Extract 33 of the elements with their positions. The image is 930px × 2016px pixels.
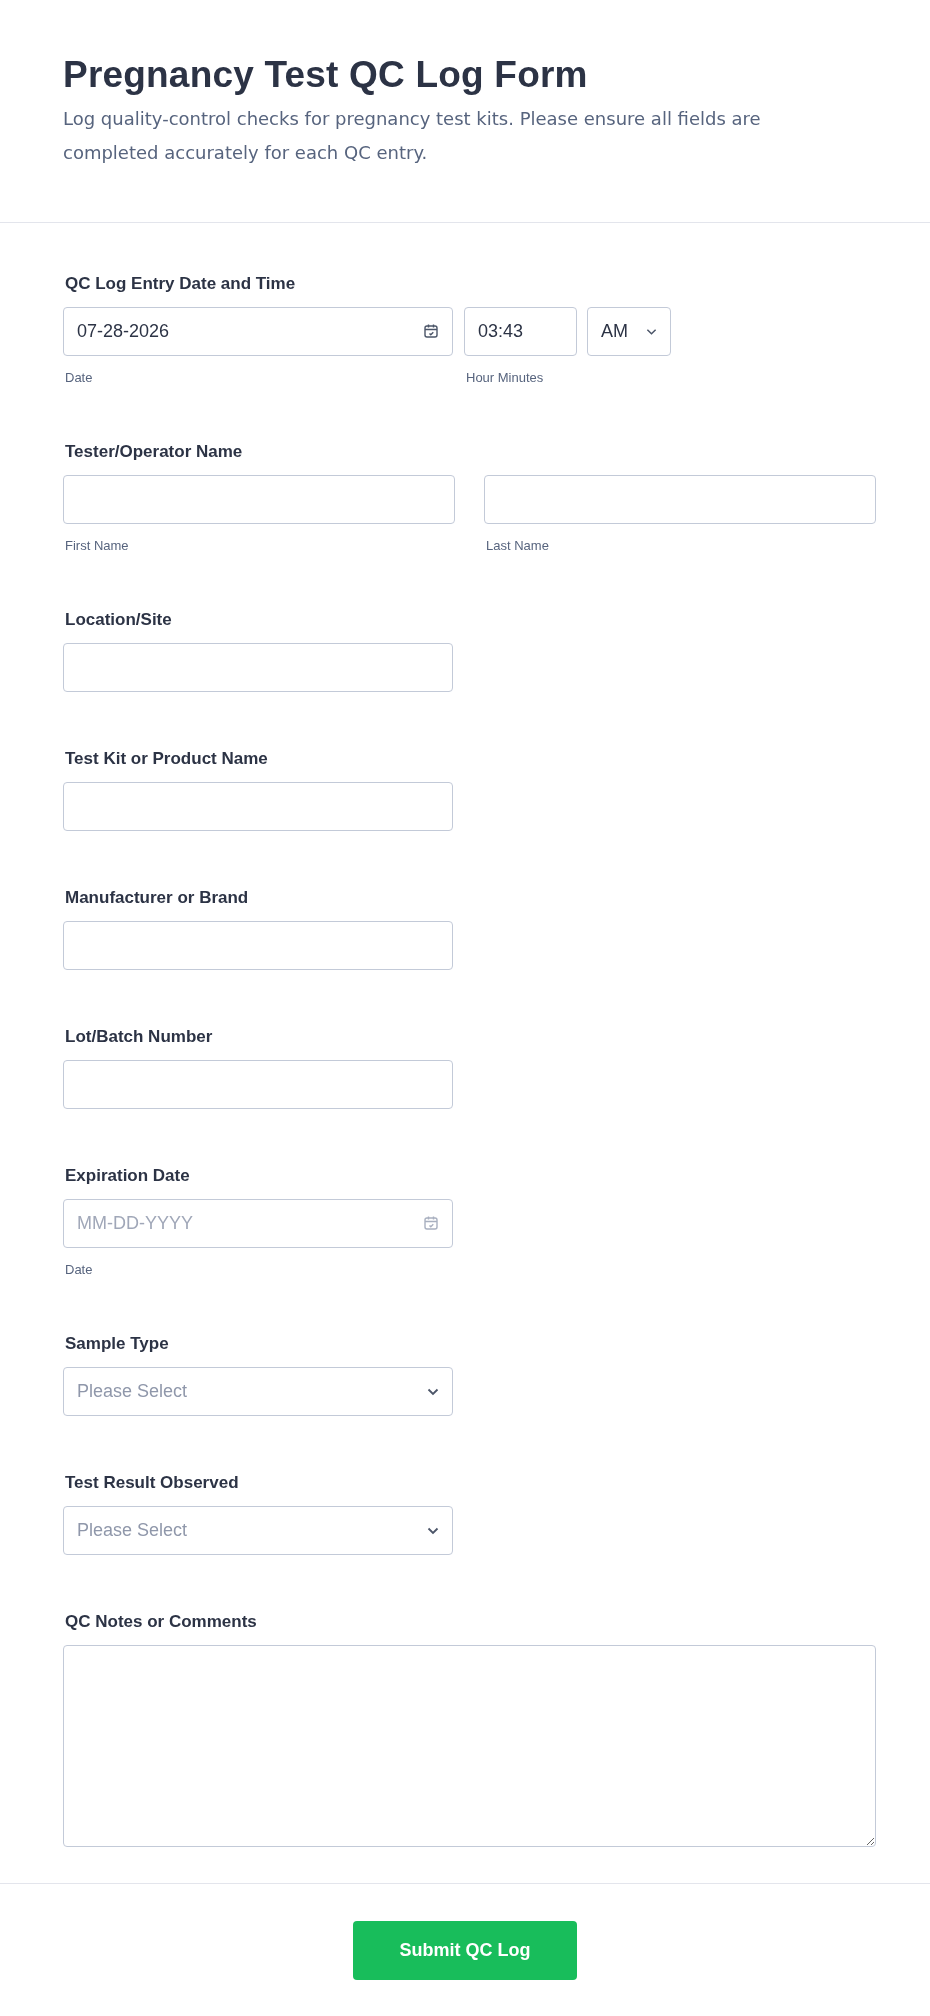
- field-label: Manufacturer or Brand: [65, 887, 250, 909]
- calendar-icon: [423, 323, 439, 339]
- text-field[interactable]: [63, 1060, 453, 1109]
- field-sublabel: First Name: [65, 538, 130, 553]
- time-field[interactable]: 03:43: [464, 307, 577, 356]
- text-field[interactable]: [63, 643, 453, 692]
- field-label: Tester/Operator Name: [65, 441, 244, 463]
- field-label: Sample Type: [65, 1333, 170, 1355]
- ampm-dropdown[interactable]: AM: [587, 307, 671, 356]
- text-field[interactable]: [484, 475, 876, 524]
- text-field[interactable]: [63, 921, 453, 970]
- field-label: QC Notes or Comments: [65, 1611, 258, 1633]
- field-sublabel: Last Name: [486, 538, 550, 553]
- field-sublabel: Hour Minutes: [466, 370, 545, 385]
- field-sublabel: Date: [65, 1262, 94, 1277]
- calendar-icon: [423, 1215, 439, 1231]
- chevron-down-icon: [646, 327, 657, 336]
- text-field[interactable]: [63, 475, 455, 524]
- date-field[interactable]: MM-DD-YYYY: [63, 1199, 453, 1248]
- text-field[interactable]: [63, 782, 453, 831]
- field-label: Test Kit or Product Name: [65, 748, 269, 770]
- chevron-down-icon: [427, 1387, 439, 1396]
- chevron-down-icon: [427, 1526, 439, 1535]
- form-description: Log quality-control checks for pregnancy test kits. Please ensure all fields are completed accurately for each QC entry.: [63, 107, 762, 165]
- field-label: QC Log Entry Date and Time: [65, 273, 297, 295]
- text-area[interactable]: [63, 1645, 876, 1847]
- field-sublabel: Date: [65, 370, 94, 385]
- form-title: Pregnancy Test QC Log Form: [63, 54, 589, 96]
- field-label: Expiration Date: [65, 1165, 191, 1187]
- field-label: Lot/Batch Number: [65, 1026, 214, 1048]
- field-label: Location/Site: [65, 609, 173, 631]
- date-field[interactable]: 07-28-2026: [63, 307, 453, 356]
- field-label: Test Result Observed: [65, 1472, 240, 1494]
